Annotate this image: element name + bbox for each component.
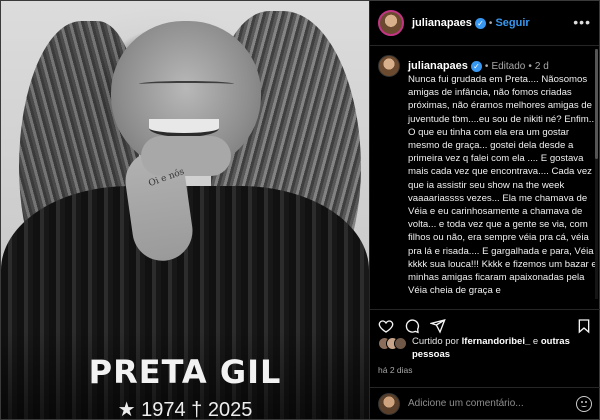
separator-dot: • [528,60,532,72]
likes-text: Curtido por lfernandoribei_ e outras pes… [412,335,598,361]
viewer-avatar [378,392,400,415]
likes-summary: Curtido por lfernandoribei_ e outras pes… [378,335,598,361]
post-timestamp[interactable]: há 2 dias [378,365,413,375]
post-photo[interactable]: Oi e nós PRETA GIL ★ 1974 † 2025 [1,1,369,419]
photo-hand [141,136,231,176]
caption-time[interactable]: 2 d [535,61,549,72]
post-header: julianapaes ✓ • Seguir ••• [370,1,599,46]
emoji-icon[interactable] [576,395,592,412]
edited-label: Editado [491,60,526,72]
caption-text: Nunca fui grudada em Preta.... Nãosomos … [408,74,597,297]
caption-scrollbar[interactable] [595,49,598,299]
heart-icon[interactable] [378,318,394,334]
likes-conj: e [532,336,539,347]
bookmark-icon[interactable] [576,318,592,334]
comment-input[interactable] [408,398,558,409]
verified-icon: ✓ [474,17,486,29]
action-bar [370,309,600,335]
separator-dot: • [484,60,489,72]
comment-icon[interactable] [404,318,420,334]
photo-years-text: ★ 1974 † 2025 [117,399,253,419]
caption-area[interactable]: julianapaes ✓ • Editado • 2 d Nunca fui … [370,47,600,303]
share-icon[interactable] [430,318,446,334]
caption-avatar[interactable] [378,55,400,77]
avatar[interactable] [378,10,404,36]
separator-dot: • [488,17,493,29]
follow-button[interactable]: Seguir [495,17,529,29]
liker-username[interactable]: lfernandoribei_ [462,336,531,347]
likes-prefix: Curtido por [412,336,459,347]
comment-bar [370,387,600,419]
photo-smile [149,119,219,137]
photo-eyes [139,81,234,87]
scrollbar-thumb[interactable] [595,49,598,159]
post-details-panel: julianapaes ✓ • Seguir ••• julianapaes ✓… [369,1,600,419]
liker-avatar[interactable] [394,337,407,350]
photo-name-text: PRETA GIL [88,353,282,391]
more-horizontal-icon[interactable]: ••• [573,14,591,30]
verified-icon: ✓ [470,60,482,72]
header-username[interactable]: julianapaes [412,17,472,29]
liker-avatars [378,337,408,351]
emoji-mouth [580,404,587,407]
caption-username[interactable]: julianapaes [408,60,468,72]
